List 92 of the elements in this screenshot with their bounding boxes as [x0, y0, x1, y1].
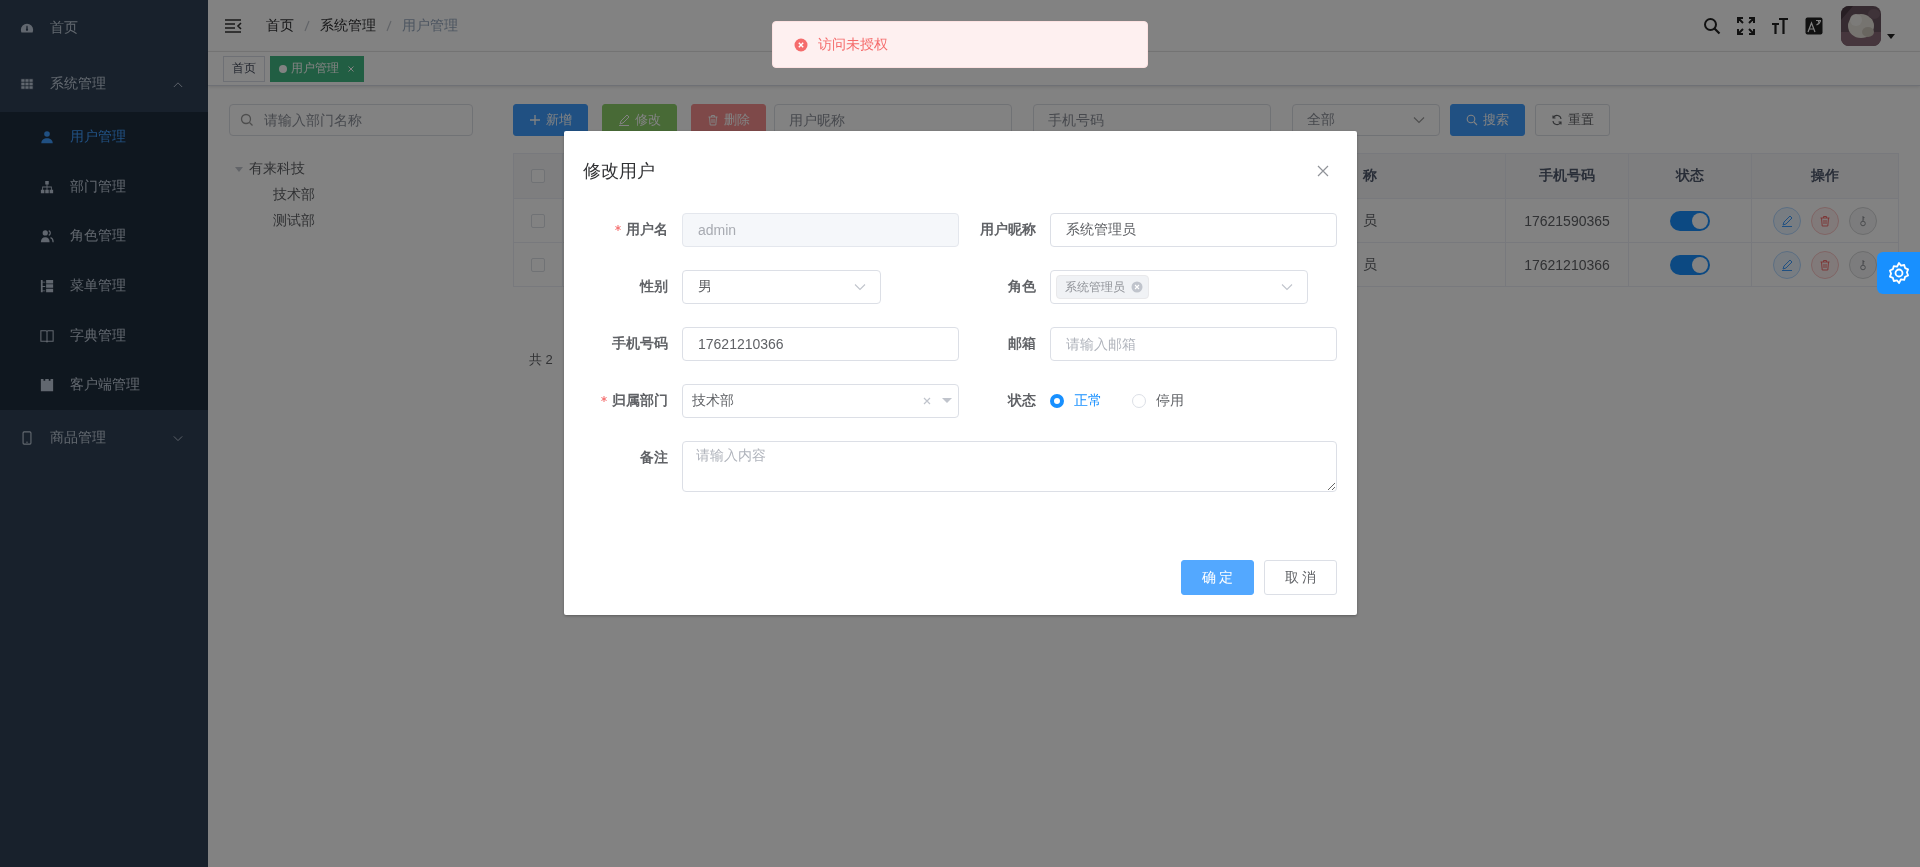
- button[interactable]: 新增: [513, 104, 588, 136]
- select-field[interactable]: 全部: [1292, 104, 1440, 136]
- edit-button[interactable]: [1773, 250, 1801, 279]
- field-label: 状态: [1008, 392, 1036, 410]
- pencil-icon: [1781, 214, 1793, 227]
- table-cell: 17621590365: [1506, 199, 1629, 242]
- pencil-icon: [618, 114, 630, 126]
- delete-button[interactable]: [1811, 250, 1839, 279]
- field-label: 用户昵称: [980, 221, 1036, 239]
- error-icon: [794, 37, 808, 52]
- caret-down-icon: [942, 398, 952, 404]
- chevron-down-icon: [1281, 283, 1293, 291]
- trash-icon: [707, 114, 719, 126]
- slash-icon: [303, 18, 311, 33]
- radio-label[interactable]: 正常: [1074, 392, 1102, 410]
- grid-icon: [20, 77, 34, 91]
- search-icon[interactable]: [1703, 16, 1721, 35]
- tree-node[interactable]: 技术部: [253, 182, 473, 208]
- select-field[interactable]: 系统管理员: [1050, 270, 1308, 304]
- select-field[interactable]: 技术部: [682, 384, 959, 418]
- toast-text: 访问未授权: [818, 35, 888, 54]
- key-button[interactable]: [1849, 250, 1877, 279]
- menu-item[interactable]: 系统管理: [0, 56, 208, 112]
- field-label: 用户名: [626, 221, 668, 239]
- trash-icon: [1819, 258, 1831, 271]
- column-header: 操作: [1810, 166, 1840, 185]
- search-icon: [240, 113, 254, 127]
- total-count: 共 2: [529, 351, 553, 369]
- breadcrumb-link[interactable]: 首页: [266, 16, 294, 35]
- users-icon: [40, 229, 54, 244]
- radio-label[interactable]: 停用: [1156, 392, 1184, 410]
- confirm-button[interactable]: 确 定: [1181, 560, 1254, 595]
- dialog-title: 修改用户: [583, 159, 655, 183]
- field-label: 备注: [640, 449, 668, 467]
- text-size-icon[interactable]: [1771, 16, 1789, 35]
- toggle-switch[interactable]: [1670, 210, 1710, 231]
- key-icon: [1857, 258, 1869, 271]
- column-header: 状态: [1629, 154, 1752, 198]
- slash-icon: [385, 18, 393, 33]
- text-area[interactable]: 请输入内容: [682, 441, 1337, 492]
- field-label: 归属部门: [612, 392, 668, 410]
- chevron-down-icon: [854, 283, 866, 291]
- column-header: 手机号码: [1506, 154, 1629, 198]
- dot-icon: [279, 64, 287, 73]
- menu-item[interactable]: 首页: [0, 0, 208, 56]
- text-field[interactable]: 系统管理员: [1050, 213, 1337, 247]
- refresh-icon: [1551, 114, 1563, 126]
- chevron-down-icon: [1413, 116, 1425, 124]
- breadcrumb-link[interactable]: 系统管理: [320, 16, 376, 35]
- caret-down-icon[interactable]: [1887, 34, 1895, 39]
- tree-node[interactable]: 有来科技: [229, 156, 473, 182]
- select-field[interactable]: 男: [682, 270, 881, 304]
- plus-icon: [529, 114, 541, 126]
- search-button[interactable]: 搜索: [1450, 104, 1525, 136]
- trash-icon: [1819, 214, 1831, 227]
- search-icon: [1466, 114, 1478, 126]
- toggle-switch[interactable]: [1670, 254, 1710, 275]
- radio-button[interactable]: [1050, 394, 1064, 408]
- clear-icon[interactable]: [922, 396, 932, 406]
- pencil-icon: [1781, 258, 1793, 271]
- close-icon[interactable]: [1317, 164, 1329, 177]
- settings-button[interactable]: [1877, 252, 1920, 294]
- text-field[interactable]: 请输入邮箱: [1050, 327, 1337, 361]
- chevron-down-icon: [173, 434, 183, 442]
- settings-icon: [1886, 261, 1911, 285]
- gauge-icon: [20, 21, 34, 35]
- translate-icon[interactable]: [1805, 16, 1823, 35]
- table-cell: 17621210366: [1506, 243, 1629, 286]
- fullscreen-icon[interactable]: [1737, 16, 1755, 35]
- reset-button[interactable]: 重置: [1535, 104, 1610, 136]
- cancel-button[interactable]: 取 消: [1264, 560, 1337, 595]
- menu-item[interactable]: 商品管理: [0, 410, 208, 467]
- tab[interactable]: 用户管理: [270, 55, 364, 82]
- chevron-up-icon: [173, 80, 183, 88]
- delete-button[interactable]: [1811, 206, 1839, 235]
- phone-icon: [20, 431, 34, 446]
- menu-icon[interactable]: [224, 18, 242, 33]
- clear-icon[interactable]: [1131, 281, 1143, 293]
- field-label: 手机号码: [612, 335, 668, 353]
- key-button[interactable]: [1849, 206, 1877, 235]
- text-field[interactable]: 17621210366: [682, 327, 959, 361]
- user-icon: [40, 129, 54, 144]
- book-icon: [40, 328, 54, 343]
- field-label: 邮箱: [1008, 335, 1036, 353]
- tree-node[interactable]: 测试部: [253, 208, 473, 234]
- list-icon: [40, 278, 54, 293]
- key-icon: [1857, 214, 1869, 227]
- clapperboard-icon: [40, 378, 54, 393]
- org-chart-icon: [40, 179, 54, 194]
- selected-tag[interactable]: 系统管理员: [1056, 275, 1149, 299]
- edit-button[interactable]: [1773, 206, 1801, 235]
- tab[interactable]: 首页: [223, 55, 265, 82]
